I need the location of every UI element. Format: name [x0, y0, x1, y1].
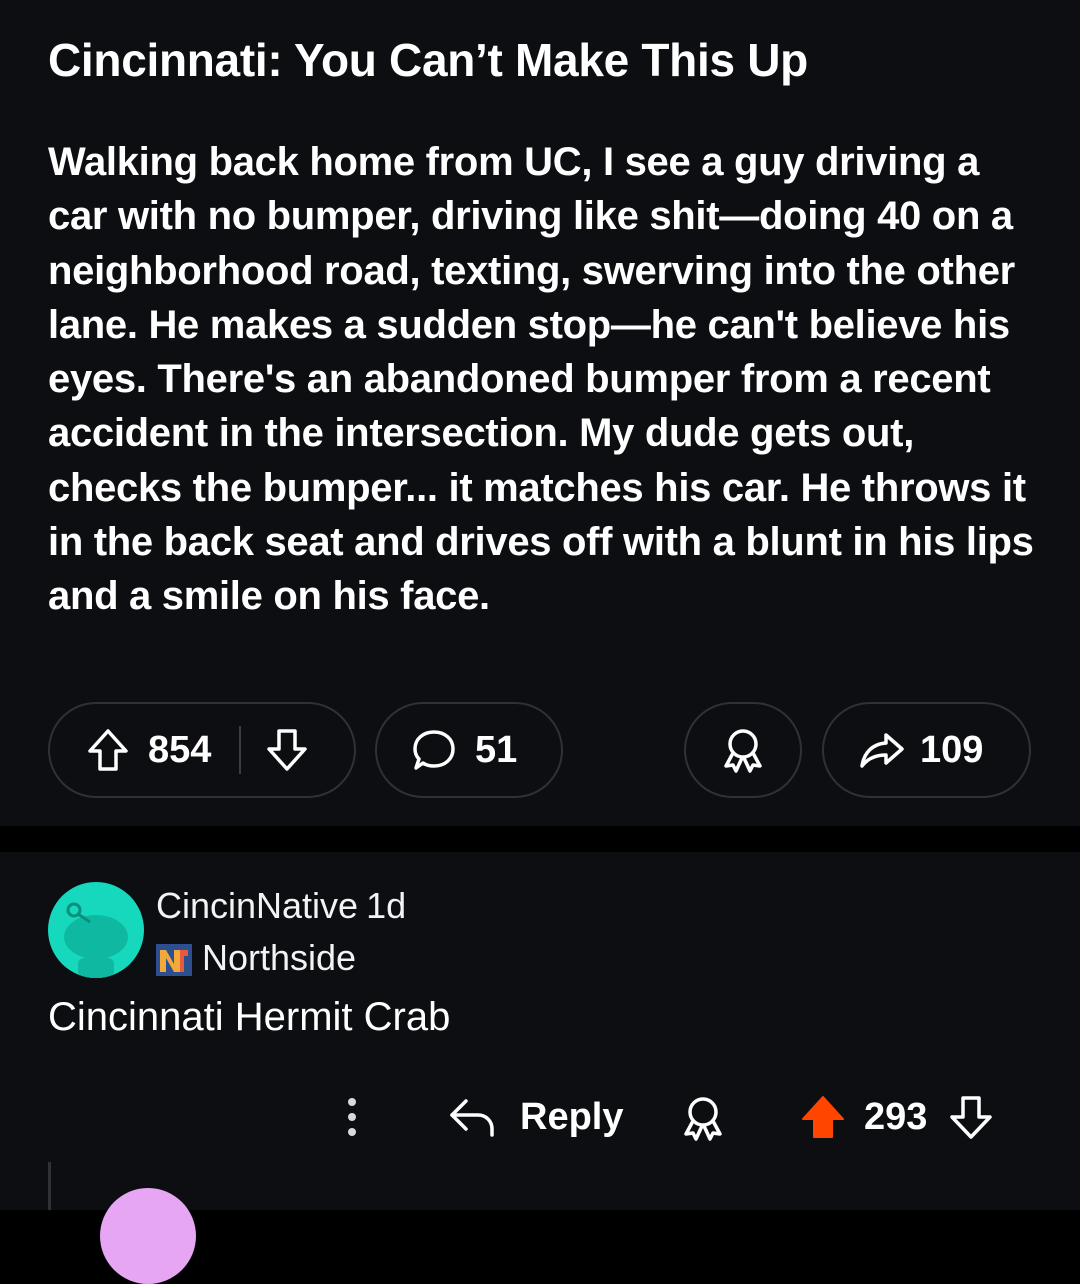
share-arrow-icon [858, 729, 906, 771]
comment-age: 1d [366, 885, 407, 926]
reply-arrow-icon[interactable] [448, 1095, 496, 1144]
share-count: 109 [920, 728, 984, 771]
snoo-avatar-icon [64, 902, 128, 978]
user-flair: Northside [156, 936, 356, 980]
award-button[interactable] [684, 702, 802, 798]
award-icon[interactable] [680, 1094, 726, 1147]
comment-text: Cincinnati Hermit Crab [48, 995, 451, 1039]
vote-separator [239, 726, 242, 774]
comment-author[interactable]: CincinNative 1d [156, 884, 406, 928]
section-divider [0, 826, 1080, 852]
comment-score: 293 [864, 1096, 928, 1138]
downvote-arrow-icon[interactable] [265, 727, 309, 773]
avatar[interactable] [100, 1188, 196, 1284]
comment: CincinNative 1d Northside Cincinnati Herm… [0, 852, 1080, 1284]
comment-actions: Reply 293 [0, 1092, 1080, 1142]
comment-count: 51 [475, 728, 518, 771]
comments-button[interactable]: 51 [375, 702, 563, 798]
award-icon [720, 726, 766, 774]
flair-icon [156, 942, 192, 976]
upvote-count: 854 [148, 728, 212, 771]
upvote-arrow-icon[interactable] [800, 1094, 846, 1145]
username[interactable]: CincinNative [156, 885, 358, 926]
downvote-arrow-icon[interactable] [948, 1094, 994, 1145]
vote-bar: 854 [48, 702, 356, 798]
thread-line[interactable] [48, 1162, 51, 1210]
post-body: Walking back home from UC, I see a guy d… [48, 140, 1034, 619]
post-title: Cincinnati: You Can’t Make This Up [48, 34, 808, 86]
upvote-arrow-icon[interactable] [86, 727, 130, 773]
reply-button[interactable]: Reply [520, 1092, 623, 1142]
avatar[interactable] [48, 882, 144, 978]
share-button[interactable]: 109 [822, 702, 1031, 798]
comment-bubble-icon [411, 728, 457, 772]
flair-label: Northside [202, 937, 357, 978]
post-card: Cincinnati: You Can’t Make This Up Walki… [0, 0, 1080, 826]
more-options-icon[interactable] [340, 1092, 364, 1142]
